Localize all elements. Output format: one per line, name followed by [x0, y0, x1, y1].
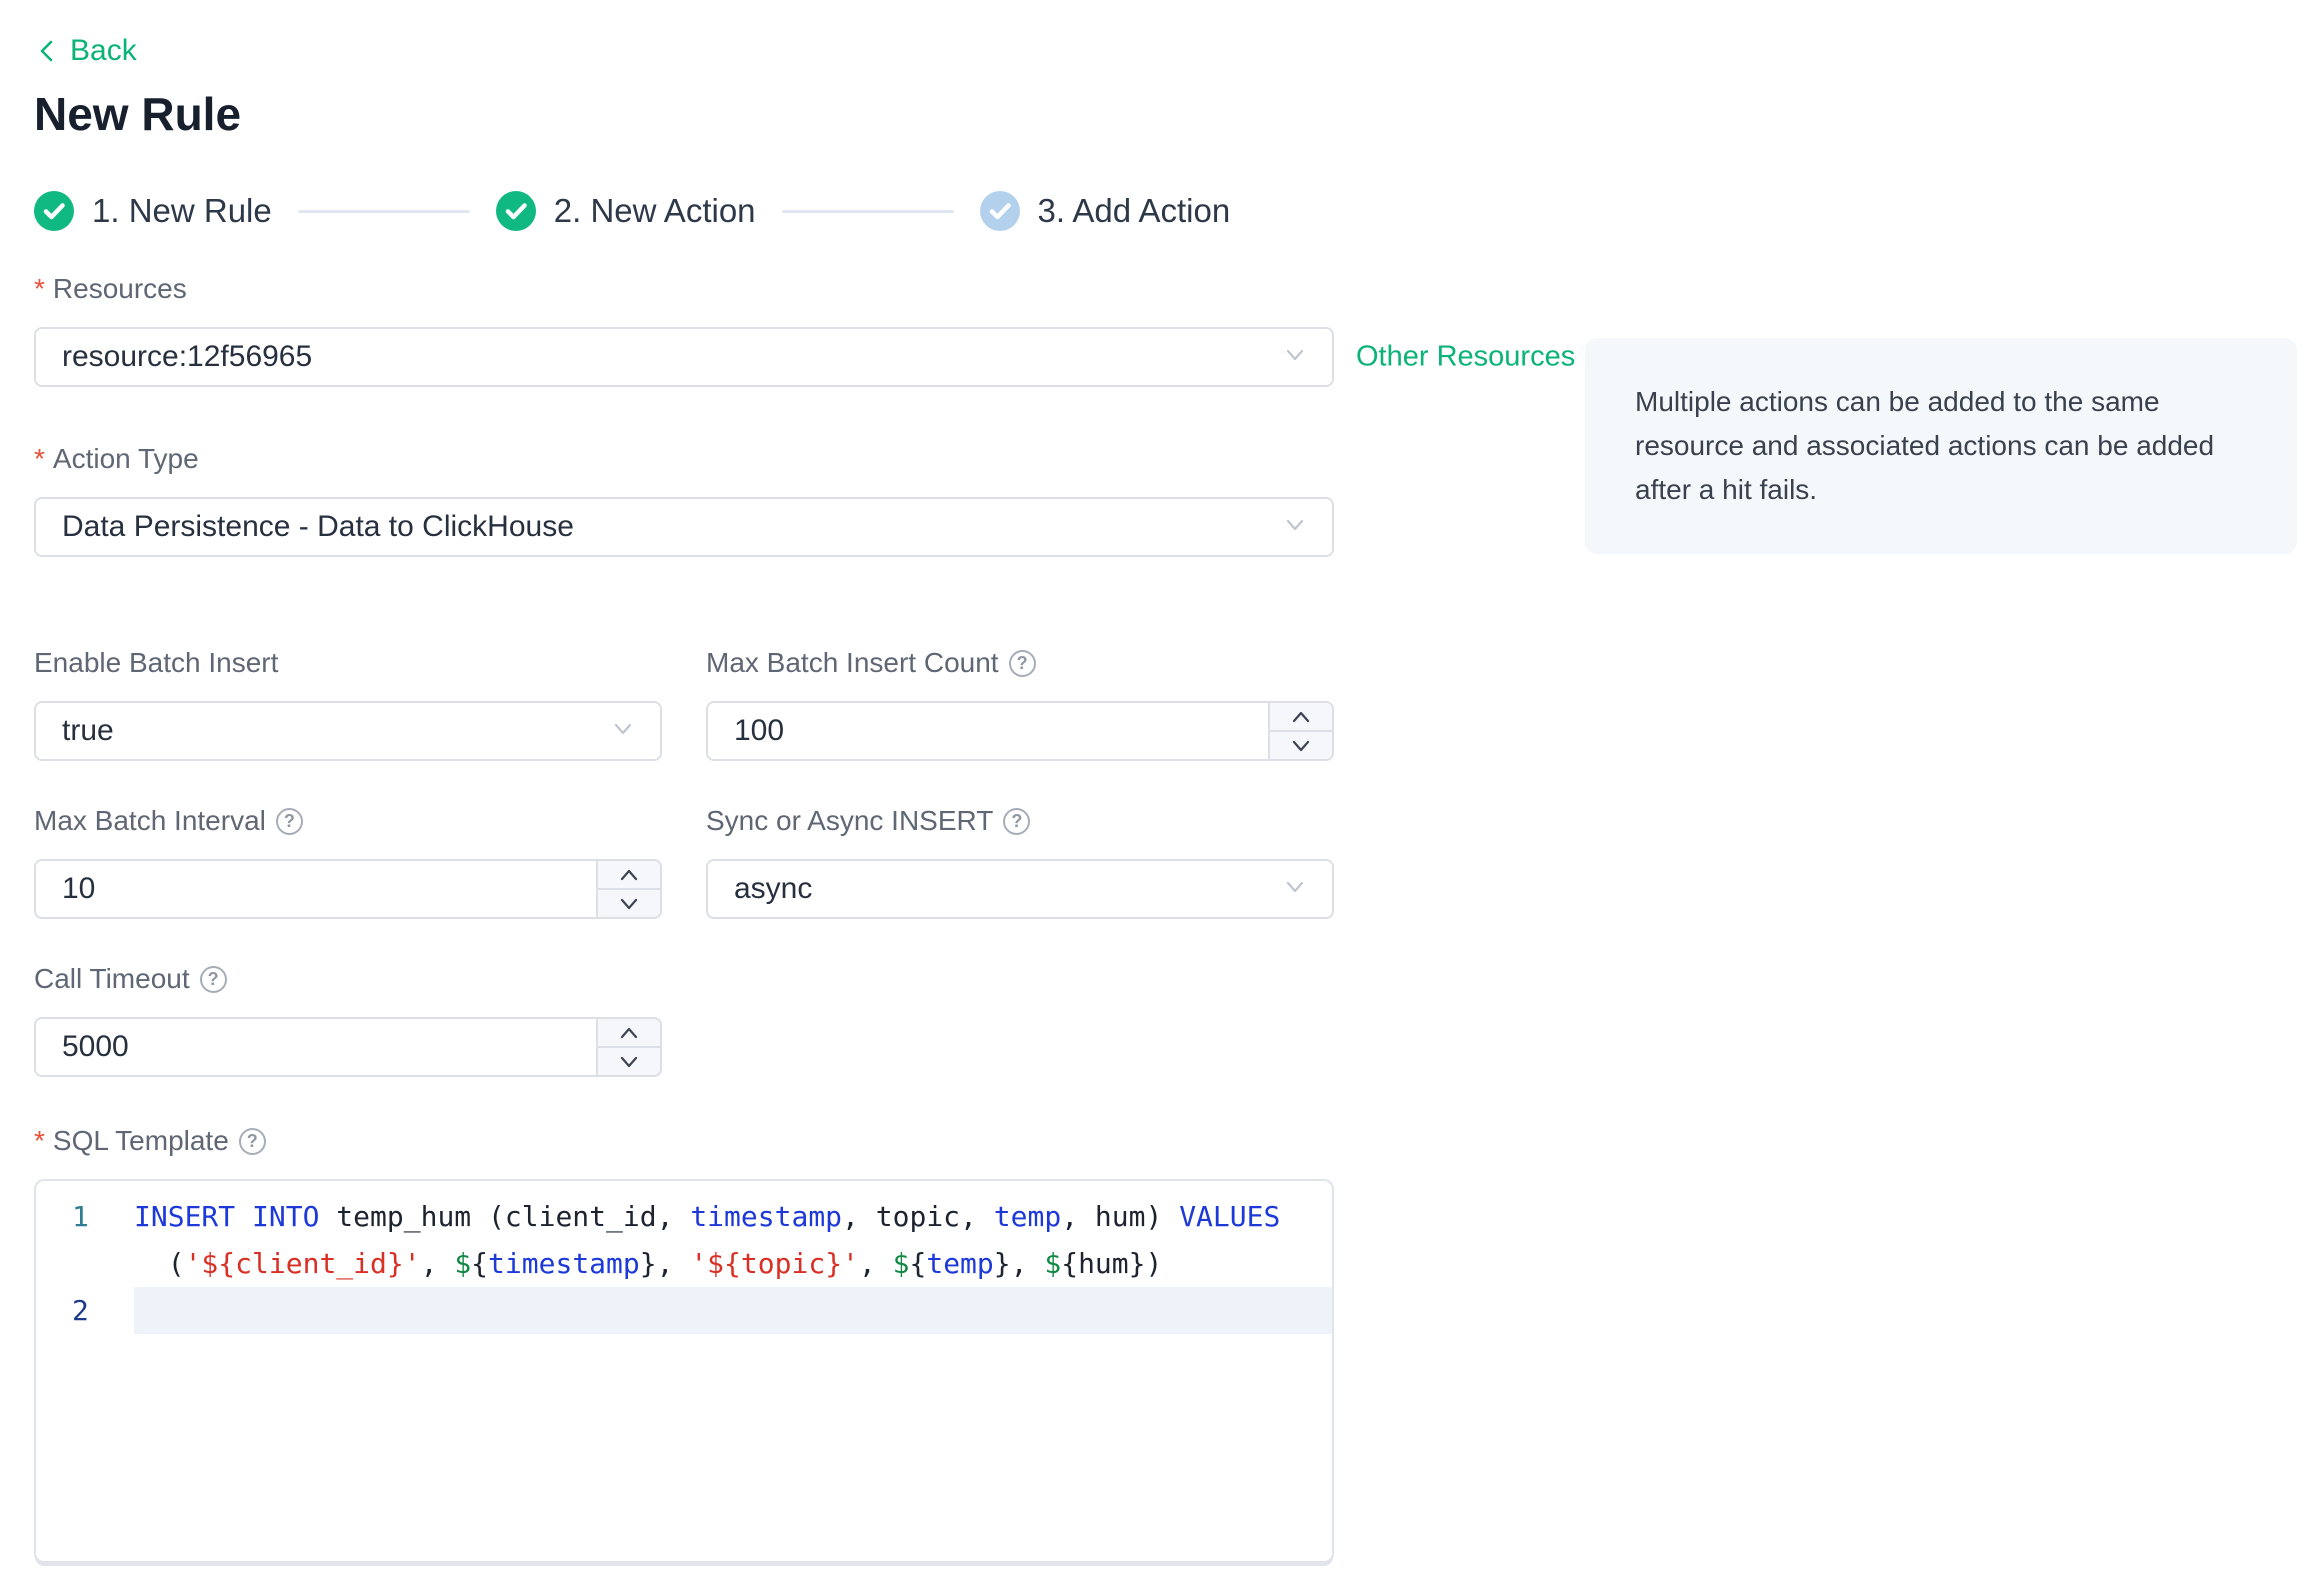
required-marker: * — [34, 443, 45, 474]
action-type-field: * Action Type Data Persistence - Data to… — [34, 443, 1334, 557]
max-batch-count-field: Max Batch Insert Count ? 100 — [706, 647, 1334, 761]
step-label: 2. New Action — [553, 192, 756, 229]
sql-code-editor[interactable]: 1 INSERT INTO temp_hum (client_id, timest… — [34, 1179, 1334, 1563]
chevron-up-icon — [620, 869, 638, 880]
chevron-up-icon — [1292, 711, 1310, 722]
chevron-down-icon — [1292, 740, 1310, 751]
sql-editor-lines: 1 INSERT INTO temp_hum (client_id, timest… — [36, 1193, 1332, 1334]
max-batch-interval-label: Max Batch Interval ? — [34, 805, 662, 837]
required-marker: * — [34, 1125, 45, 1156]
resources-field: * Resources resource:12f56965 Other Reso… — [34, 273, 1575, 387]
number-spinner — [596, 1019, 660, 1075]
chevron-down-icon — [1280, 510, 1310, 545]
action-type-label: * Action Type — [34, 443, 199, 474]
sql-template-field: * SQL Template ? 1 INSERT INTO temp_hum (… — [34, 1125, 1334, 1563]
resources-value: resource:12f56965 — [62, 340, 313, 373]
spinner-down-button[interactable] — [1270, 732, 1332, 759]
help-icon[interactable]: ? — [1008, 649, 1036, 677]
check-circle-icon — [34, 191, 74, 231]
max-batch-interval-input[interactable]: 10 — [34, 859, 662, 919]
options-grid: Enable Batch Insert true Max Batch Inser… — [34, 647, 1334, 1077]
help-icon[interactable]: ? — [199, 965, 227, 993]
sync-async-field: Sync or Async INSERT ? async — [706, 805, 1334, 919]
number-spinner — [596, 861, 660, 917]
chevron-down-icon — [1280, 872, 1310, 907]
code-line: INSERT INTO temp_hum (client_id, timesta… — [134, 1200, 1281, 1280]
action-type-value: Data Persistence - Data to ClickHouse — [62, 510, 574, 543]
other-resources-link[interactable]: Other Resources — [1356, 341, 1575, 374]
sql-template-label: * SQL Template ? — [34, 1125, 1334, 1157]
max-batch-interval-value: 10 — [62, 872, 96, 905]
line-number: 1 — [72, 1200, 89, 1233]
chevron-down-icon — [620, 1056, 638, 1067]
call-timeout-field: Call Timeout ? 5000 — [34, 963, 662, 1077]
code-line — [134, 1287, 1332, 1334]
help-icon[interactable]: ? — [1003, 807, 1031, 835]
grid-spacer — [706, 963, 1334, 1077]
enable-batch-label: Enable Batch Insert — [34, 647, 279, 678]
max-batch-count-value: 100 — [734, 714, 785, 747]
step-add-action[interactable]: 3. Add Action — [979, 191, 1231, 231]
enable-batch-value: true — [62, 714, 114, 747]
number-spinner — [1268, 703, 1332, 759]
page-title: New Rule — [34, 88, 242, 140]
call-timeout-value: 5000 — [62, 1030, 129, 1063]
step-new-action[interactable]: 2. New Action — [495, 191, 756, 231]
stepper: 1. New Rule 2. New Action 3. Add Action — [34, 191, 2310, 231]
rule-form: * Resources resource:12f56965 Other Reso… — [34, 273, 1575, 1563]
line-number: 2 — [72, 1294, 89, 1327]
chevron-left-icon — [34, 36, 60, 66]
sync-async-select[interactable]: async — [706, 859, 1334, 919]
help-icon[interactable]: ? — [275, 807, 303, 835]
sync-async-label: Sync or Async INSERT ? — [706, 805, 1334, 837]
back-label: Back — [70, 34, 137, 67]
check-circle-icon — [979, 191, 1020, 231]
chevron-down-icon — [608, 714, 638, 749]
step-connector — [781, 209, 954, 213]
info-box-text: Multiple actions can be added to the sam… — [1635, 386, 2215, 505]
spinner-up-button[interactable] — [1270, 703, 1332, 732]
new-rule-page: Back New Rule 1. New Rule 2. New Action … — [0, 0, 2310, 1586]
chevron-down-icon — [1280, 340, 1310, 375]
back-link[interactable]: Back — [34, 34, 137, 68]
resources-select[interactable]: resource:12f56965 — [34, 327, 1334, 387]
action-type-select[interactable]: Data Persistence - Data to ClickHouse — [34, 497, 1334, 557]
spinner-down-button[interactable] — [598, 1048, 660, 1075]
step-connector — [297, 209, 470, 213]
step-label: 3. Add Action — [1037, 192, 1231, 229]
max-batch-count-input[interactable]: 100 — [706, 701, 1334, 761]
check-circle-icon — [495, 191, 536, 231]
chevron-up-icon — [620, 1027, 638, 1038]
spinner-up-button[interactable] — [598, 861, 660, 890]
info-box: Multiple actions can be added to the sam… — [1585, 338, 2297, 554]
resources-label: * Resources — [34, 273, 187, 304]
call-timeout-label: Call Timeout ? — [34, 963, 662, 995]
sync-async-value: async — [734, 872, 813, 905]
enable-batch-select[interactable]: true — [34, 701, 662, 761]
max-batch-interval-field: Max Batch Interval ? 10 — [34, 805, 662, 919]
step-label: 1. New Rule — [92, 192, 272, 229]
step-new-rule[interactable]: 1. New Rule — [34, 191, 272, 231]
required-marker: * — [34, 273, 45, 304]
spinner-up-button[interactable] — [598, 1019, 660, 1048]
help-icon[interactable]: ? — [238, 1127, 266, 1155]
chevron-down-icon — [620, 898, 638, 909]
call-timeout-input[interactable]: 5000 — [34, 1017, 662, 1077]
spinner-down-button[interactable] — [598, 890, 660, 917]
enable-batch-field: Enable Batch Insert true — [34, 647, 662, 761]
max-batch-count-label: Max Batch Insert Count ? — [706, 647, 1334, 679]
